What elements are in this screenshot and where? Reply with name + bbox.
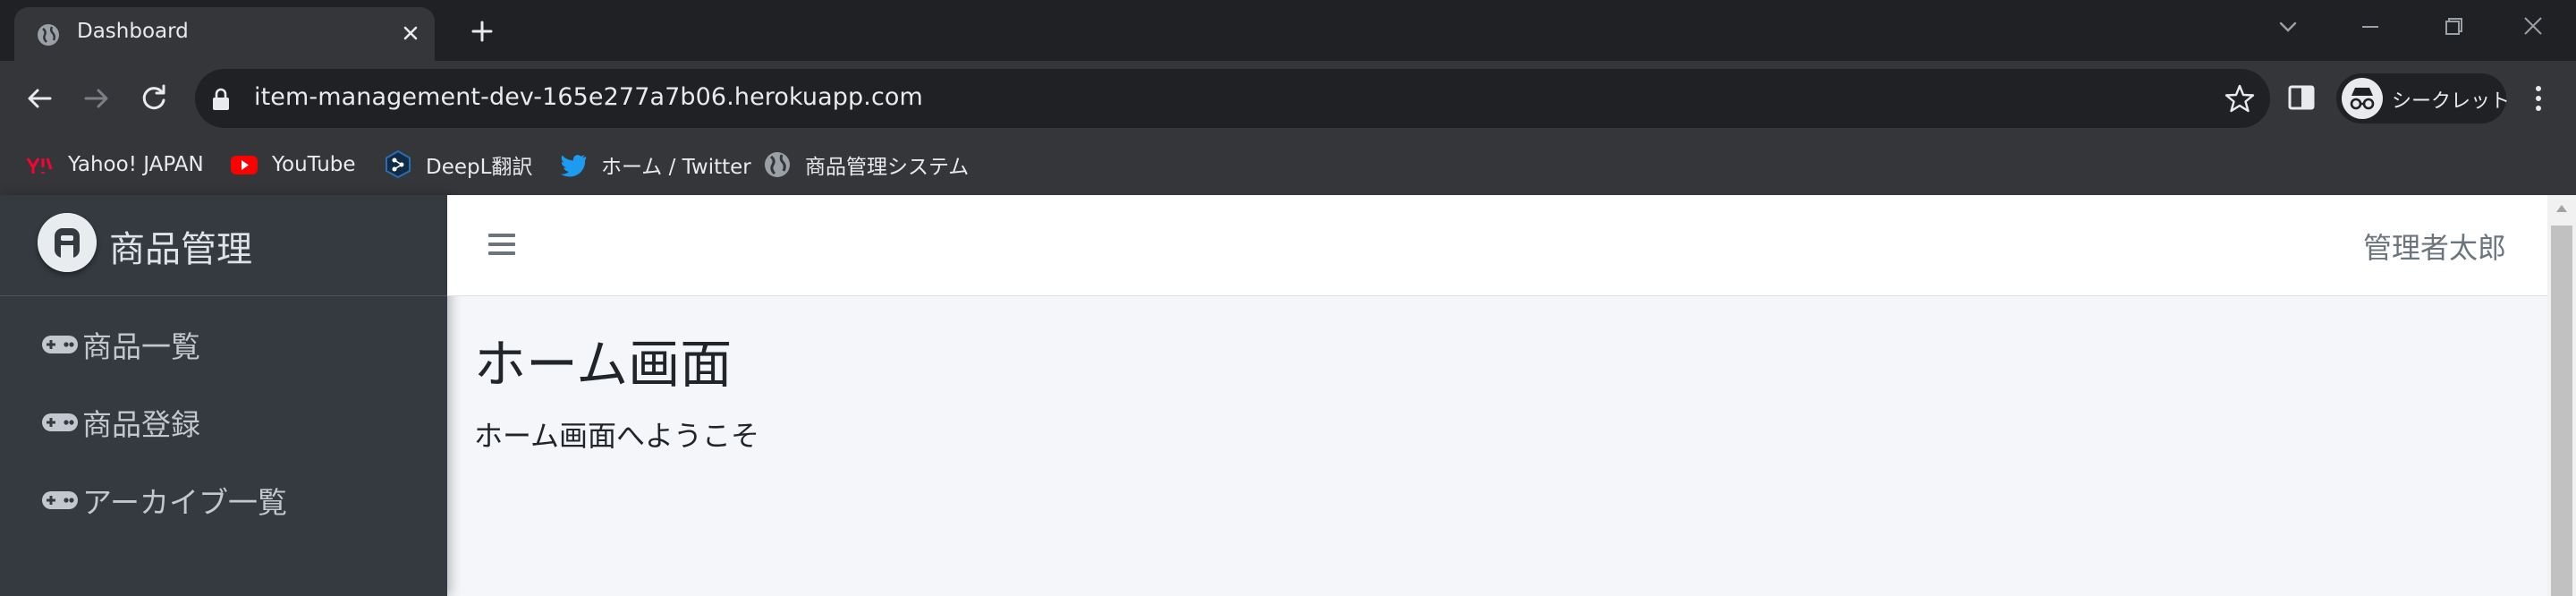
scroll-up-arrow-icon[interactable]: [2555, 202, 2569, 213]
bookmark-youtube[interactable]: YouTube: [229, 147, 356, 183]
gamepad-icon: [42, 336, 78, 353]
hamburger-menu-icon[interactable]: [487, 230, 517, 259]
deepl-icon: [386, 149, 411, 179]
youtube-icon: [231, 156, 258, 175]
reload-icon[interactable]: [134, 79, 174, 118]
forward-icon[interactable]: [77, 79, 116, 118]
sidebar-item-item-list[interactable]: 商品一覧: [41, 322, 200, 367]
sidebar-item-item-register[interactable]: 商品登録: [41, 400, 200, 445]
bookmark-label: ホーム / Twitter: [601, 156, 751, 179]
incognito-label: シークレット: [2392, 90, 2511, 113]
bookmark-item-management[interactable]: 商品管理システム: [762, 147, 969, 183]
sidebar-item-label: アーカイブ一覧: [82, 485, 288, 520]
bookmark-yahoo[interactable]: Yahoo! JAPAN: [25, 147, 204, 183]
globe-icon: [765, 152, 790, 177]
side-panel-icon[interactable]: [2286, 82, 2317, 113]
sidebar-item-label: 商品一覧: [82, 329, 200, 364]
bookmark-twitter[interactable]: ホーム / Twitter: [558, 147, 751, 183]
lock-icon[interactable]: [211, 88, 231, 111]
gamepad-icon: [42, 413, 78, 431]
new-tab-icon[interactable]: [465, 14, 499, 48]
bookmark-label: 商品管理システム: [805, 156, 970, 179]
main-header: 管理者太郎: [447, 195, 2547, 296]
globe-icon: [38, 24, 59, 46]
page-title: ホーム画面: [474, 334, 733, 395]
vertical-scrollbar[interactable]: [2547, 195, 2576, 596]
window-close-icon[interactable]: [2513, 11, 2553, 43]
more-menu-icon[interactable]: [2521, 81, 2556, 116]
twitter-icon: [561, 155, 587, 177]
brand-link[interactable]: 商品管理: [0, 195, 447, 296]
back-icon[interactable]: [20, 79, 59, 118]
url-text[interactable]: item-management-dev-165e277a7b06.herokua…: [254, 83, 923, 111]
restore-icon[interactable]: [2433, 11, 2472, 43]
user-name[interactable]: 管理者太郎: [2363, 226, 2506, 267]
incognito-badge[interactable]: シークレット: [2336, 73, 2510, 123]
bookmarks-bar: Yahoo! JAPAN YouTube DeepL翻訳 ホーム / Twitt…: [0, 136, 2576, 195]
bookmark-star-icon[interactable]: [2224, 82, 2256, 115]
sidebar-item-label: 商品登録: [82, 407, 200, 442]
bookmark-label: Yahoo! JAPAN: [68, 153, 204, 176]
close-icon[interactable]: [397, 20, 424, 47]
brand-text: 商品管理: [109, 229, 252, 270]
sidebar-item-archive-list[interactable]: アーカイブ一覧: [41, 478, 287, 523]
scrollbar-thumb[interactable]: [2551, 226, 2572, 596]
tab-strip: Dashboard: [0, 0, 2576, 61]
tab-title: Dashboard: [77, 20, 189, 43]
bookmark-deepl[interactable]: DeepL翻訳: [383, 147, 532, 183]
sidebar: 商品管理 商品一覧 商品登録 アーカイブ一覧: [0, 195, 447, 596]
bookmark-label: YouTube: [272, 153, 356, 176]
yahoo-icon: [26, 158, 53, 174]
tab-search-icon[interactable]: [2268, 11, 2308, 43]
incognito-icon: [2342, 78, 2383, 119]
minimize-icon[interactable]: [2351, 11, 2390, 43]
brand-logo: [38, 213, 97, 272]
bookmark-label: DeepL翻訳: [426, 156, 533, 179]
page-viewport: 商品管理 商品一覧 商品登録 アーカイブ一覧 管理者太郎 ホーム画面 ホーム画面…: [0, 195, 2576, 596]
browser-tab[interactable]: Dashboard: [14, 7, 435, 61]
gamepad-icon: [42, 491, 78, 509]
browser-toolbar: item-management-dev-165e277a7b06.herokua…: [0, 61, 2576, 136]
address-bar[interactable]: item-management-dev-165e277a7b06.herokua…: [195, 69, 2270, 128]
welcome-text: ホーム画面へようこそ: [474, 419, 760, 453]
